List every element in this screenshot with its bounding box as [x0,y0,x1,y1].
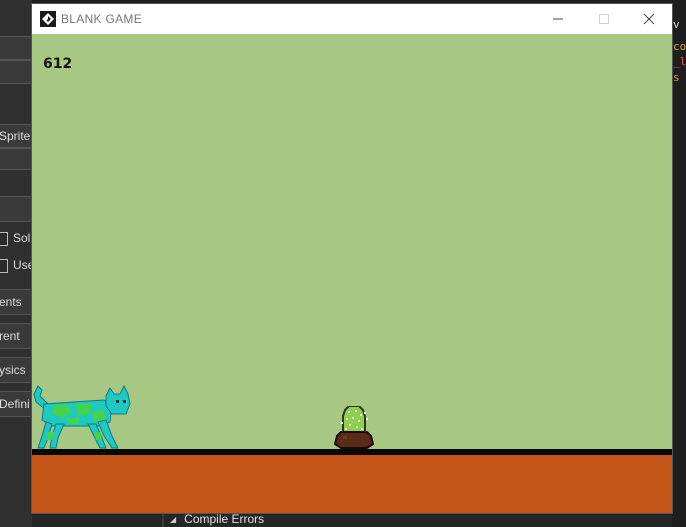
ide-solid-checkbox[interactable] [0,232,8,246]
score-counter: 612 [43,56,73,72]
ide-code-fragment: v G [673,18,686,31]
ide-sprite-label: Sprite [0,129,31,143]
gamemaker-logo-icon [40,11,56,27]
ide-bottom-divider [162,513,164,527]
ide-left-panel: Sprite Soli Use ents rent ysics Defini [0,0,34,527]
ide-code-fragment: s st [673,71,686,84]
ide-parent-label: rent [0,329,20,343]
ide-uses-checkbox[interactable] [0,259,8,273]
ground [32,455,672,513]
ide-bottom-bar [32,513,672,527]
ide-solid-label: Soli [13,231,34,245]
ide-panel-row [0,60,32,84]
ide-panel-row [0,148,32,170]
compile-errors-label: Compile Errors [184,512,265,526]
ide-physics-button[interactable]: ysics [0,357,32,383]
ide-code-fragment: cor [673,40,686,53]
minimize-button[interactable] [535,4,581,34]
cat-sprite [33,384,131,449]
ide-events-label: ents [0,295,22,309]
close-button[interactable] [626,4,672,34]
ide-panel-row [0,36,32,60]
maximize-button[interactable] [581,4,627,34]
ide-physics-label: ysics [0,363,26,377]
maximize-icon [599,14,609,24]
close-icon [643,13,655,25]
ide-definitions-label: Defini [0,397,30,411]
ide-code-editor-edge: v G cor _l s st [672,0,686,527]
game-window[interactable]: BLANK GAME 612 [32,4,672,513]
compile-errors-tab[interactable]: ◢ Compile Errors [170,512,264,526]
ide-events-button[interactable]: ents [0,289,32,315]
ide-parent-button[interactable]: rent [0,323,32,349]
window-titlebar[interactable]: BLANK GAME [32,4,672,34]
minimize-icon [553,18,563,20]
ide-panel-row [0,196,32,222]
cactus-sprite [333,406,375,449]
collapse-triangle-icon[interactable]: ◢ [170,515,176,524]
ide-definitions-button[interactable]: Defini [0,391,32,417]
window-title: BLANK GAME [61,12,143,26]
ide-code-fragment: _l [673,55,686,68]
ide-sprite-row[interactable]: Sprite [0,124,32,148]
